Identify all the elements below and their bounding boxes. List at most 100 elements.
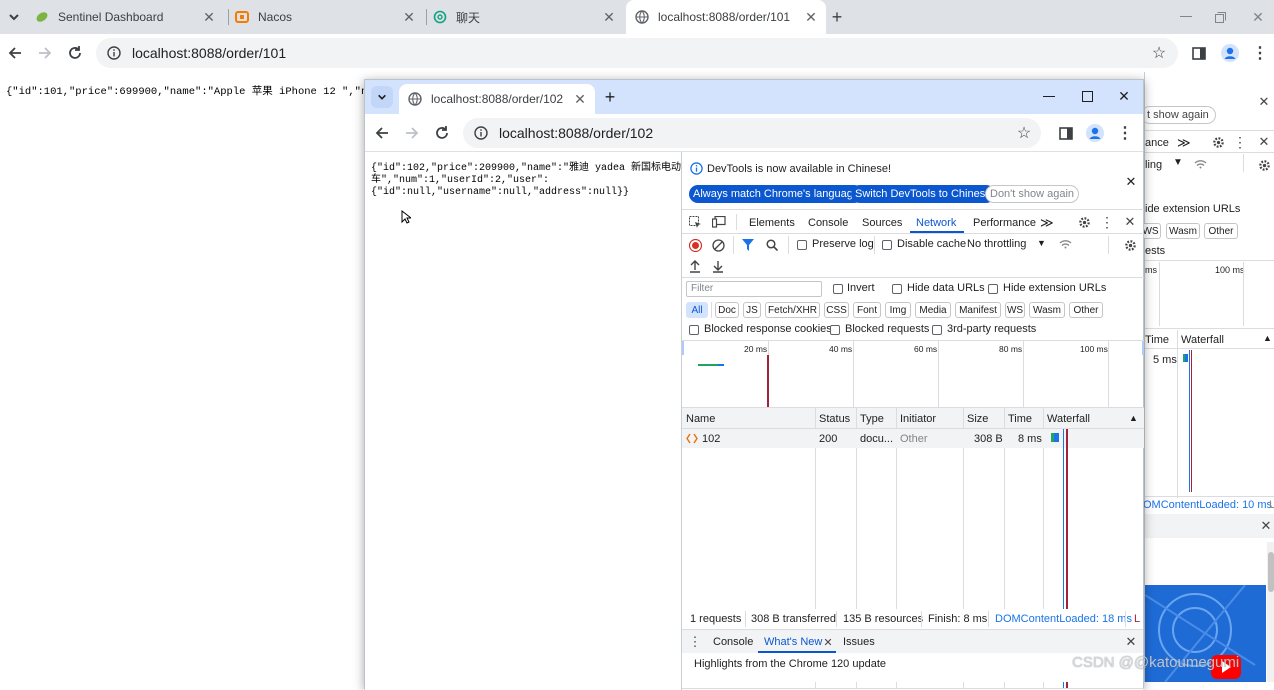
switch-to-chinese-button[interactable]: Switch DevTools to Chinese (851, 185, 996, 203)
column-status[interactable]: Status (819, 413, 850, 425)
filter-chip-fetch-xhr[interactable]: Fetch/XHR (765, 302, 820, 318)
address-bar[interactable]: localhost:8088/order/101 (96, 38, 1178, 68)
menu-kebab-icon[interactable]: ⋮ (1252, 44, 1268, 62)
hide-extension-urls-checkbox[interactable] (988, 284, 998, 294)
drawer-menu-kebab-icon[interactable]: ⋮ (689, 634, 702, 650)
invert-checkbox[interactable] (833, 284, 843, 294)
always-match-language-button[interactable]: Always match Chrome's language (689, 185, 863, 203)
more-tabs-icon[interactable]: ≫ (1177, 135, 1191, 151)
close-icon[interactable]: ✕ (573, 92, 587, 106)
third-party-requests-checkbox[interactable] (932, 325, 942, 335)
waterfall-column-header[interactable]: Waterfall (1181, 334, 1224, 346)
tab-order-102[interactable]: localhost:8088/order/102 ✕ (399, 84, 595, 114)
disable-cache-checkbox[interactable] (882, 240, 892, 250)
bookmark-star-icon[interactable]: ☆ (1015, 124, 1033, 142)
new-tab-plus-icon[interactable]: + (828, 7, 846, 27)
filter-chip-all[interactable]: All (686, 302, 708, 318)
settings-gear-icon[interactable] (1077, 215, 1091, 229)
tab-nacos[interactable]: Nacos ✕ (234, 0, 424, 34)
devtools-close-icon[interactable]: ✕ (1123, 214, 1137, 230)
window-close-icon[interactable]: ✕ (1116, 88, 1132, 104)
throttling-partial[interactable]: ling (1145, 159, 1162, 171)
maximize-icon[interactable] (1079, 89, 1095, 103)
close-icon[interactable]: ✕ (1259, 518, 1273, 534)
sort-ascending-icon[interactable]: ▲ (1129, 413, 1138, 423)
filter-chip-wasm[interactable]: Wasm (1029, 302, 1065, 318)
filter-chip-css[interactable]: CSS (824, 302, 849, 318)
inspect-element-icon[interactable] (688, 215, 702, 229)
dont-show-again-button[interactable]: Don't show again (985, 185, 1080, 203)
column-time[interactable]: Time (1008, 413, 1032, 425)
settings-gear-icon[interactable] (1257, 158, 1271, 172)
bookmark-star-icon[interactable]: ☆ (1150, 44, 1168, 62)
minimize-icon[interactable] (1178, 10, 1194, 24)
blocked-response-cookies-checkbox[interactable] (689, 325, 699, 335)
drawer-tab-console[interactable]: Console (713, 636, 753, 648)
dont-show-again-button[interactable]: t show again (1141, 106, 1216, 124)
filter-chip-img[interactable]: Img (885, 302, 911, 318)
tab-sentinel[interactable]: Sentinel Dashboard ✕ (34, 0, 224, 34)
site-info-icon[interactable] (106, 45, 122, 61)
range-handle-right[interactable] (1142, 341, 1144, 355)
scrollbar[interactable] (1267, 542, 1274, 682)
network-settings-gear-icon[interactable] (1123, 238, 1137, 252)
tab-search-chevron-icon[interactable] (371, 86, 393, 108)
address-bar[interactable]: localhost:8088/order/102 (463, 118, 1041, 148)
drawer-close-icon[interactable]: ✕ (1124, 634, 1138, 650)
filter-chip-manifest[interactable]: Manifest (955, 302, 1001, 318)
filter-chip-font[interactable]: Font (853, 302, 881, 318)
export-har-icon[interactable] (711, 259, 725, 273)
network-conditions-icon[interactable] (1058, 238, 1072, 250)
site-info-icon[interactable] (473, 125, 489, 141)
tab-chat[interactable]: 聊天 ✕ (432, 0, 624, 34)
dropdown-caret-icon[interactable]: ▼ (1037, 238, 1046, 248)
drawer-tab-close-icon[interactable]: ✕ (822, 635, 834, 649)
profile-avatar-icon[interactable] (1085, 123, 1105, 143)
drawer-tab-whats-new[interactable]: What's New (764, 636, 822, 648)
network-conditions-icon[interactable] (1193, 158, 1207, 170)
blocked-requests-checkbox[interactable] (830, 325, 840, 335)
column-waterfall[interactable]: Waterfall (1047, 413, 1090, 425)
drawer-tab-issues[interactable]: Issues (843, 636, 875, 648)
column-name[interactable]: Name (686, 413, 715, 425)
network-overview-timeline[interactable]: 20 ms 40 ms 60 ms 80 ms 100 ms (682, 341, 1144, 407)
menu-kebab-icon[interactable]: ⋮ (1117, 124, 1133, 142)
side-panel-icon[interactable] (1190, 45, 1208, 61)
filter-other-chip[interactable]: Other (1204, 223, 1238, 239)
tab-search-chevron-icon[interactable] (4, 9, 24, 25)
dropdown-caret-icon[interactable]: ▼ (1173, 157, 1183, 168)
tab-sources[interactable]: Sources (862, 217, 902, 229)
banner-close-icon[interactable]: ✕ (1124, 174, 1138, 190)
clear-icon[interactable] (711, 238, 725, 252)
close-icon[interactable]: ✕ (1257, 134, 1271, 150)
forward-arrow-icon[interactable] (36, 44, 54, 62)
hide-data-urls-checkbox[interactable] (892, 284, 902, 294)
window-close-icon[interactable]: ✕ (1250, 9, 1266, 25)
tab-performance-partial[interactable]: ance (1145, 137, 1169, 149)
import-har-icon[interactable] (688, 259, 702, 273)
device-toolbar-icon[interactable] (711, 215, 727, 229)
filter-wasm-chip[interactable]: Wasm (1166, 223, 1200, 239)
kebab-icon[interactable]: ⋮ (1100, 214, 1114, 230)
forward-arrow-icon[interactable] (403, 124, 421, 142)
record-stop-icon[interactable] (688, 238, 702, 252)
hide-extension-urls-partial[interactable]: ide extension URLs (1145, 203, 1240, 215)
back-arrow-icon[interactable] (373, 124, 391, 142)
column-initiator[interactable]: Initiator (900, 413, 936, 425)
close-icon[interactable]: ✕ (202, 10, 216, 24)
minimize-icon[interactable] (1041, 90, 1057, 104)
throttling-select[interactable]: No throttling (967, 238, 1026, 250)
filter-ws-chip[interactable]: WS (1141, 223, 1161, 239)
filter-chip-js[interactable]: JS (743, 302, 761, 318)
reload-icon[interactable] (66, 44, 84, 62)
tab-console[interactable]: Console (808, 217, 848, 229)
tab-performance[interactable]: Performance (973, 217, 1036, 229)
settings-gear-icon[interactable] (1211, 135, 1225, 149)
column-size[interactable]: Size (967, 413, 988, 425)
restore-icon[interactable] (1212, 10, 1228, 24)
filter-chip-media[interactable]: Media (915, 302, 951, 318)
preserve-log-checkbox[interactable] (797, 240, 807, 250)
tab-network[interactable]: Network (916, 217, 956, 229)
close-icon[interactable]: ✕ (402, 10, 416, 24)
kebab-icon[interactable]: ⋮ (1233, 134, 1247, 150)
